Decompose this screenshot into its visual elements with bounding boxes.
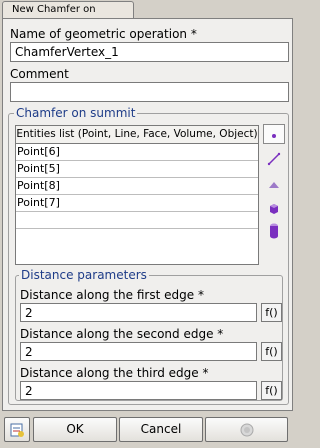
table-row[interactable]: Point[8] (16, 178, 258, 195)
entities-table[interactable]: Entities list (Point, Line, Face, Volume… (15, 125, 259, 265)
comment-label: Comment (10, 67, 69, 81)
table-row-empty[interactable] (16, 212, 258, 229)
operation-panel: Name of geometric operation * ChamferVer… (2, 18, 293, 411)
cancel-button[interactable]: Cancel (119, 417, 203, 442)
ok-button[interactable]: OK (33, 417, 117, 442)
table-row[interactable]: Point[6] (16, 144, 258, 161)
face-filter-icon[interactable] (263, 175, 285, 195)
chamfer-group-legend: Chamfer on summit (14, 106, 138, 120)
line-filter-icon[interactable] (263, 149, 285, 169)
first-edge-function-button[interactable]: f() (261, 303, 282, 322)
third-edge-function-button[interactable]: f() (261, 381, 282, 400)
first-edge-input[interactable]: 2 (20, 303, 257, 322)
third-edge-label: Distance along the third edge * (20, 366, 209, 380)
entities-table-header: Entities list (Point, Line, Face, Volume… (16, 126, 258, 144)
third-edge-input[interactable]: 2 (20, 381, 257, 400)
volume-filter-icon[interactable] (263, 199, 285, 219)
name-label: Name of geometric operation * (10, 27, 197, 41)
second-edge-input[interactable]: 2 (20, 342, 257, 361)
tab-new-chamfer-on-summit[interactable]: New Chamfer on summit (2, 1, 134, 31)
apply-button[interactable] (205, 417, 288, 442)
help-icon[interactable] (4, 417, 30, 442)
table-row[interactable]: Point[7] (16, 195, 258, 212)
point-filter-icon[interactable] (263, 124, 285, 144)
object-filter-icon[interactable] (263, 221, 285, 241)
first-edge-label: Distance along the first edge * (20, 288, 204, 302)
table-row[interactable]: Point[5] (16, 161, 258, 178)
second-edge-function-button[interactable]: f() (261, 342, 282, 361)
comment-input[interactable] (10, 82, 289, 102)
distance-group-legend: Distance parameters (19, 268, 149, 282)
action-bar: OK Cancel (2, 413, 293, 446)
tab-bar: New Chamfer on summit (0, 0, 295, 31)
name-input[interactable]: ChamferVertex_1 (10, 42, 289, 62)
second-edge-label: Distance along the second edge * (20, 327, 224, 341)
